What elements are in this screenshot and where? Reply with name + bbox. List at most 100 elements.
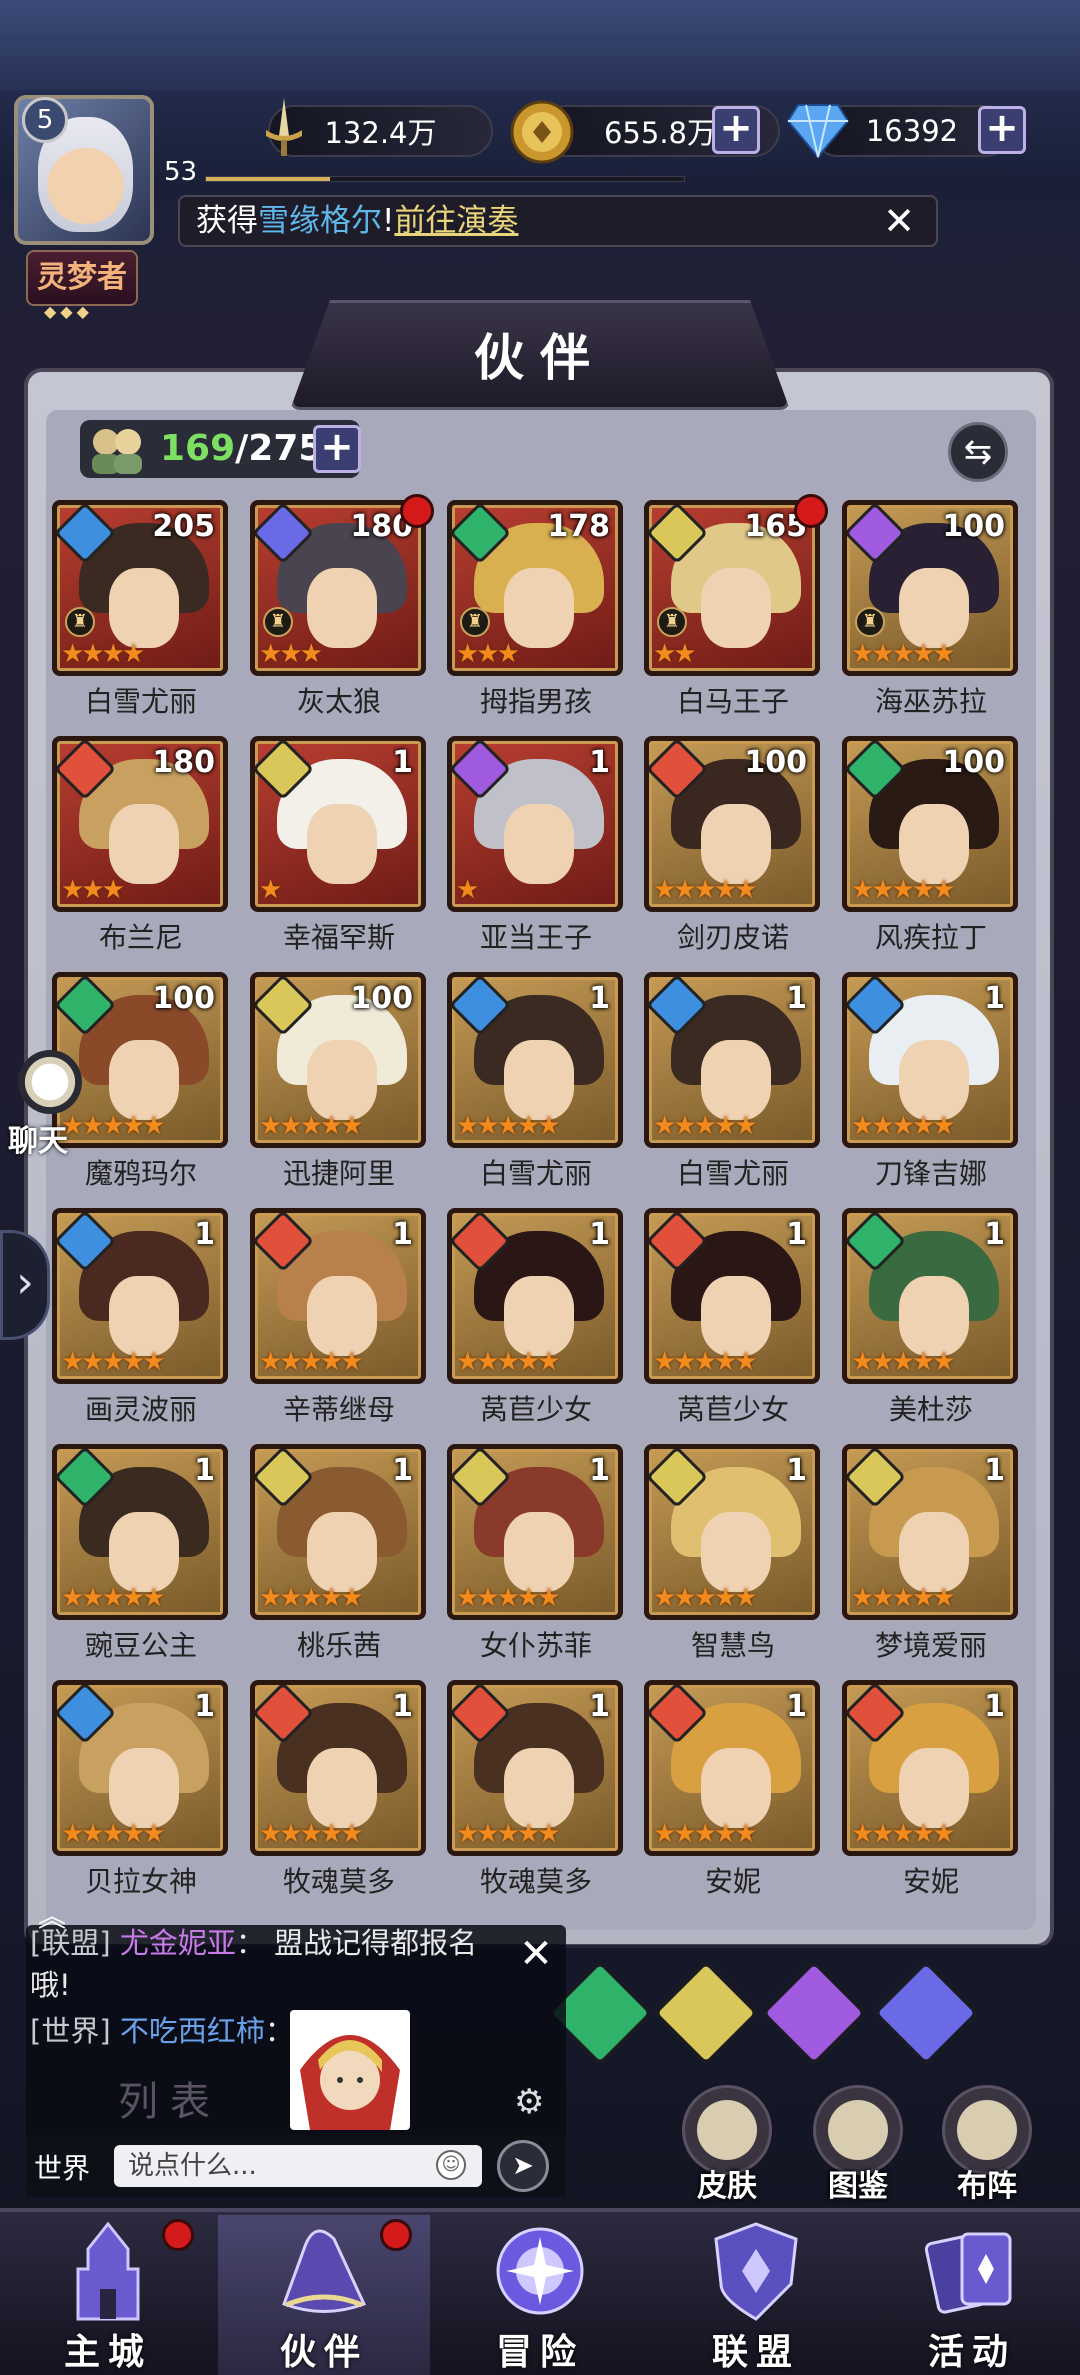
hero-name: 豌豆公主: [84, 1629, 197, 1662]
hero-card[interactable]: 1 ★ 亚当王子: [447, 736, 625, 956]
hero-portrait-frame[interactable]: 1 ★★★★★: [52, 1680, 228, 1856]
hero-level: 205: [152, 509, 215, 544]
hero-portrait-frame[interactable]: 100 ★★★★★: [842, 736, 1018, 912]
rank-diamonds-icon: ◆◆◆: [44, 302, 93, 321]
hero-portrait-frame[interactable]: 1 ★★★★★: [842, 1208, 1018, 1384]
add-gold-button[interactable]: +: [712, 106, 760, 154]
hero-card[interactable]: 1 ★★★★★ 刀锋吉娜: [842, 972, 1020, 1192]
add-diamond-button[interactable]: +: [978, 106, 1026, 154]
hero-portrait-frame[interactable]: 1 ★★★★★: [447, 1444, 623, 1620]
hero-portrait-frame[interactable]: 1 ★★★★★: [644, 972, 820, 1148]
hero-portrait-frame[interactable]: 1 ★★★★★: [52, 1208, 228, 1384]
player-level: 53: [164, 157, 198, 187]
hero-card[interactable]: 1 ★★★★★ 女仆苏菲: [447, 1444, 625, 1664]
hero-portrait-frame[interactable]: 1 ★★★★★: [644, 1680, 820, 1856]
send-icon[interactable]: ➤: [497, 2140, 549, 2192]
hero-card[interactable]: 1 ★★★★★ 辛蒂继母: [250, 1208, 428, 1428]
hero-stars: ★★★★★: [259, 1583, 364, 1613]
skin-button[interactable]: 皮肤: [672, 2085, 782, 2205]
hero-card[interactable]: 100 ★★★★★ 迅捷阿里: [250, 972, 428, 1192]
hero-level: 1: [786, 1453, 807, 1488]
hero-portrait-frame[interactable]: 180 ★★★: [52, 736, 228, 912]
emoji-icon[interactable]: ☺: [436, 2150, 466, 2180]
hero-card[interactable]: 100 ★★★★★ 剑刃皮诺: [644, 736, 822, 956]
hero-portrait-frame[interactable]: 178 ♜ ★★★: [447, 500, 623, 676]
hero-card[interactable]: 180 ★★★ 布兰尼: [52, 736, 230, 956]
hero-portrait-frame[interactable]: 1 ★★★★★: [842, 1680, 1018, 1856]
side-chat-button[interactable]: 聊天: [8, 1050, 88, 1159]
hero-portrait-frame[interactable]: 1 ★★★★★: [447, 1208, 623, 1384]
notice-link[interactable]: 前往演奏: [394, 203, 518, 239]
hero-stars: ★★★★★: [851, 1819, 956, 1849]
hero-card[interactable]: 1 ★★★★★ 安妮: [644, 1680, 822, 1900]
hero-card[interactable]: 205 ♜ ★★★★ 白雪尤丽: [52, 500, 230, 720]
hero-card[interactable]: 1 ★★★★★ 画灵波丽: [52, 1208, 230, 1428]
hero-portrait-frame[interactable]: 100 ★★★★★: [644, 736, 820, 912]
hero-card[interactable]: 1 ★★★★★ 莴苣少女: [447, 1208, 625, 1428]
hero-card[interactable]: 1 ★★★★★ 牧魂莫多: [250, 1680, 428, 1900]
hero-portrait-frame[interactable]: 1 ★★★★★: [447, 972, 623, 1148]
cards-icon: [924, 2232, 1012, 2314]
hero-card[interactable]: 178 ♜ ★★★ 拇指男孩: [447, 500, 625, 720]
hero-portrait-frame[interactable]: 205 ♜ ★★★★: [52, 500, 228, 676]
tab-alliance[interactable]: 联盟: [650, 2215, 862, 2375]
hero-portrait-frame[interactable]: 1 ★★★★★: [447, 1680, 623, 1856]
hero-card[interactable]: 1 ★★★★★ 安妮: [842, 1680, 1020, 1900]
hero-card[interactable]: 1 ★★★★★ 贝拉女神: [52, 1680, 230, 1900]
hero-card[interactable]: 1 ★★★★★ 白雪尤丽: [644, 972, 822, 1192]
tab-partners[interactable]: 伙伴: [218, 2215, 430, 2375]
hero-portrait-frame[interactable]: 1 ★★★★★: [842, 972, 1018, 1148]
hero-portrait-frame[interactable]: 1 ★★★★★: [52, 1444, 228, 1620]
chat-close-icon[interactable]: ✕: [512, 1930, 560, 1978]
formation-button[interactable]: 布阵: [932, 2085, 1042, 2205]
hero-portrait-frame[interactable]: 1 ★: [250, 736, 426, 912]
hero-portrait-frame[interactable]: 1 ★★★★★: [250, 1680, 426, 1856]
chat-input[interactable]: [114, 2145, 482, 2187]
hero-portrait-frame[interactable]: 1 ★★★★★: [250, 1208, 426, 1384]
chat-sender[interactable]: 不吃西红柿: [120, 2014, 265, 2048]
list-button[interactable]: 列表: [70, 2070, 270, 2134]
hero-portrait-frame[interactable]: 165 ♜ ★★: [644, 500, 820, 676]
tab-main-city[interactable]: 主城: [2, 2215, 214, 2375]
hero-card[interactable]: 1 ★★★★★ 白雪尤丽: [447, 972, 625, 1192]
notice-banner[interactable]: 获得雪缘格尔!前往演奏: [178, 195, 938, 247]
hero-level: 100: [152, 981, 215, 1016]
tab-events[interactable]: 活动: [866, 2215, 1078, 2375]
hero-card[interactable]: 1 ★ 幸福罕斯: [250, 736, 428, 956]
gear-icon[interactable]: ⚙: [514, 2082, 544, 2122]
hero-portrait-frame[interactable]: 1 ★★★★★: [644, 1444, 820, 1620]
chat-sender[interactable]: 尤金妮亚: [120, 1926, 236, 1960]
hero-name: 牧魂莫多: [479, 1865, 592, 1898]
hero-card[interactable]: 1 ★★★★★ 梦境爱丽: [842, 1444, 1020, 1664]
hero-card[interactable]: 1 ★★★★★ 智慧鸟: [644, 1444, 822, 1664]
partners-icon: [82, 420, 152, 478]
hero-portrait-frame[interactable]: 100 ★★★★★: [250, 972, 426, 1148]
tab-adventure-label: 冒险: [495, 2332, 584, 2373]
gallery-button[interactable]: 图鉴: [803, 2085, 913, 2205]
hero-card[interactable]: 1 ★★★★★ 美杜莎: [842, 1208, 1020, 1428]
hero-card[interactable]: 1 ★★★★★ 牧魂莫多: [447, 1680, 625, 1900]
hero-name: 迅捷阿里: [282, 1157, 395, 1190]
hero-card[interactable]: 1 ★★★★★ 豌豆公主: [52, 1444, 230, 1664]
hero-level: 1: [194, 1217, 215, 1252]
hero-card[interactable]: 100 ♜ ★★★★★ 海巫苏拉: [842, 500, 1020, 720]
expand-roster-button[interactable]: +: [313, 425, 361, 473]
hero-portrait-frame[interactable]: 180 ♜ ★★★: [250, 500, 426, 676]
hero-portrait-frame[interactable]: 1 ★★★★★: [644, 1208, 820, 1384]
hero-portrait-frame[interactable]: 1 ★★★★★: [842, 1444, 1018, 1620]
hero-portrait-frame[interactable]: 1 ★: [447, 736, 623, 912]
hero-stars: ★★★★★: [653, 1819, 758, 1849]
notice-prefix: 获得: [196, 203, 258, 239]
chat-channel-selector[interactable]: 世界: [34, 2147, 90, 2187]
hero-portrait-frame[interactable]: 1 ★★★★★: [250, 1444, 426, 1620]
hero-card[interactable]: 165 ♜ ★★ 白马王子: [644, 494, 828, 720]
hero-card[interactable]: 100 ★★★★★ 风疾拉丁: [842, 736, 1020, 956]
hero-portrait-frame[interactable]: 100 ♜ ★★★★★: [842, 500, 1018, 676]
hero-card[interactable]: 1 ★★★★★ 桃乐茜: [250, 1444, 428, 1664]
hero-card[interactable]: 180 ♜ ★★★ 灰太狼: [250, 494, 434, 720]
close-icon[interactable]: ✕: [878, 200, 920, 242]
hero-card[interactable]: 1 ★★★★★ 莴苣少女: [644, 1208, 822, 1428]
sort-swap-button[interactable]: ⇆: [948, 422, 1008, 482]
tab-adventure[interactable]: 冒险: [434, 2215, 646, 2375]
rank-badge[interactable]: 灵梦者: [26, 250, 138, 306]
